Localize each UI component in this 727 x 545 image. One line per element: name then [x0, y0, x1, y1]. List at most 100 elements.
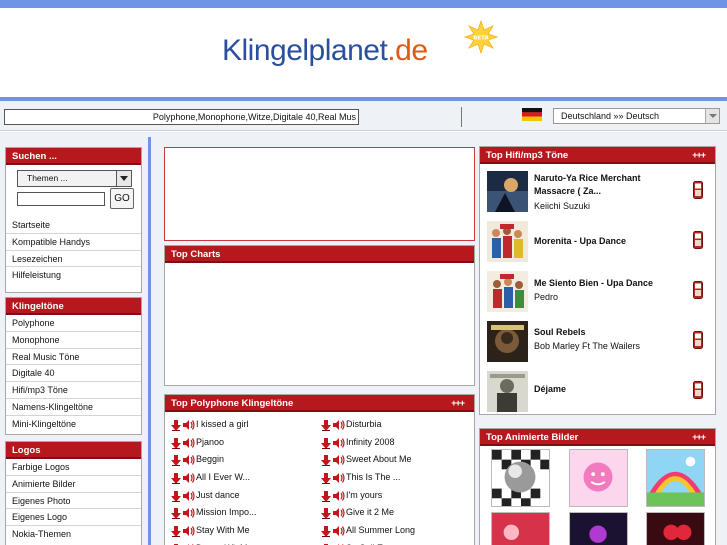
ringtone-row[interactable]: Beggin [165, 451, 315, 469]
animated-image-chrome-sphere[interactable] [491, 449, 550, 507]
search-input[interactable] [17, 192, 105, 206]
ringtone-row[interactable]: Stay With Me [165, 522, 315, 540]
ringtone-title[interactable]: This Is The ... [346, 472, 400, 482]
download-arrow-icon[interactable] [171, 420, 181, 431]
hifi-item[interactable]: Morenita - Upa Dance [480, 217, 715, 266]
speaker-play-icon[interactable] [183, 455, 195, 466]
album-cover-dejame[interactable] [487, 371, 528, 412]
hifi-item-title[interactable]: Déjame [534, 383, 684, 396]
mobile-phone-icon[interactable] [693, 181, 703, 199]
mobile-phone-icon[interactable] [693, 281, 703, 299]
language-select[interactable]: Deutschland »» Deutsch [553, 108, 720, 124]
hifi-item[interactable]: Naruto-Ya Rice Merchant Massacre ( Za...… [480, 167, 715, 216]
ticker-marquee[interactable]: Polyphone,Monophone,Witze,Digitale 40,Re… [4, 109, 359, 125]
download-arrow-icon[interactable] [171, 526, 181, 538]
ringtone-row[interactable]: Mission Impo... [165, 504, 315, 522]
ringtone-row[interactable]: All Summer Long [315, 522, 465, 540]
hifi-item-title[interactable]: Me Siento Bien - Upa Dance [534, 277, 684, 290]
more-link[interactable]: +++ [451, 395, 465, 412]
sidebar-item-mini[interactable]: Mini-Klingeltöne [6, 416, 141, 433]
sidebar-item-eigenes-photo[interactable]: Eigenes Photo [6, 493, 141, 510]
download-arrow-icon[interactable] [321, 420, 331, 431]
speaker-play-icon[interactable] [333, 455, 345, 466]
ringtone-row[interactable]: Dance Wit Me [165, 540, 315, 545]
album-cover-naruto[interactable] [487, 171, 528, 212]
download-arrow-icon[interactable] [321, 490, 331, 502]
download-arrow-icon[interactable] [171, 455, 181, 467]
animated-image-purple-icon[interactable] [569, 512, 628, 545]
sidebar-item-animierte-bilder[interactable]: Animierte Bilder [6, 476, 141, 493]
hifi-item[interactable]: Déjame [480, 367, 715, 416]
ringtone-row[interactable]: I'm yours [315, 487, 465, 505]
speaker-play-icon[interactable] [333, 437, 345, 448]
speaker-play-icon[interactable] [183, 490, 195, 501]
ringtone-title[interactable]: All I Ever W... [196, 472, 250, 482]
ringtone-row[interactable]: I kissed a girl [165, 416, 315, 434]
hifi-item-title[interactable]: Morenita - Upa Dance [534, 235, 684, 248]
speaker-play-icon[interactable] [333, 508, 345, 519]
go-button[interactable]: GO [110, 188, 134, 209]
ringtone-row[interactable]: Sweet About Me [315, 451, 465, 469]
ringtone-row[interactable]: All I Ever W... [165, 469, 315, 487]
sidebar-item-lesezeichen[interactable]: Lesezeichen [6, 251, 141, 268]
speaker-play-icon[interactable] [183, 473, 195, 484]
speaker-play-icon[interactable] [183, 420, 195, 430]
ringtone-row[interactable]: Pjanoo [165, 434, 315, 452]
ringtone-title[interactable]: Mission Impo... [196, 507, 257, 517]
ringtone-row[interactable]: This Is The ... [315, 469, 465, 487]
speaker-play-icon[interactable] [333, 490, 345, 501]
animated-image-red-text[interactable] [491, 512, 550, 545]
sidebar-item-startseite[interactable]: Startseite [6, 217, 141, 234]
download-arrow-icon[interactable] [321, 437, 331, 449]
speaker-play-icon[interactable] [183, 437, 195, 448]
ringtone-title[interactable]: Give it 2 Me [346, 507, 394, 517]
mobile-phone-icon[interactable] [693, 381, 703, 399]
hifi-item[interactable]: Soul Rebels Bob Marley Ft The Wailers [480, 317, 715, 366]
ringtone-row[interactable]: Disturbia [315, 416, 465, 434]
speaker-play-icon[interactable] [183, 508, 195, 519]
speaker-play-icon[interactable] [333, 526, 345, 537]
album-cover-upa-dance-2[interactable] [487, 271, 528, 312]
sidebar-item-namens[interactable]: Namens-Klingeltöne [6, 399, 141, 416]
ringtone-title[interactable]: Disturbia [346, 419, 382, 429]
speaker-play-icon[interactable] [183, 526, 195, 537]
hifi-item-title[interactable]: Soul Rebels [534, 326, 684, 339]
ringtone-title[interactable]: Pjanoo [196, 437, 224, 447]
ringtone-title[interactable]: Infinity 2008 [346, 437, 395, 447]
themen-select[interactable]: Themen ... [17, 170, 132, 187]
mobile-phone-icon[interactable] [693, 231, 703, 249]
download-arrow-icon[interactable] [171, 490, 181, 502]
animated-image-red-hearts[interactable] [646, 512, 705, 545]
animated-image-rainbow[interactable] [646, 449, 705, 507]
download-arrow-icon[interactable] [171, 473, 181, 485]
download-arrow-icon[interactable] [321, 473, 331, 485]
ringtone-row[interactable]: Infinity 2008 [315, 434, 465, 452]
hifi-item-title[interactable]: Naruto-Ya Rice Merchant Massacre ( Za... [534, 172, 684, 198]
ringtone-title[interactable]: All Summer Long [346, 525, 415, 535]
download-arrow-icon[interactable] [171, 508, 181, 520]
sidebar-item-monophone[interactable]: Monophone [6, 332, 141, 349]
download-arrow-icon[interactable] [171, 437, 181, 449]
animated-image-pink-heart[interactable] [569, 449, 628, 507]
ringtone-title[interactable]: Stay With Me [196, 525, 250, 535]
sidebar-item-polyphone[interactable]: Polyphone [6, 315, 141, 332]
album-cover-soul-rebels[interactable] [487, 321, 528, 362]
sidebar-item-nokia-themen[interactable]: Nokia-Themen [6, 526, 141, 543]
download-arrow-icon[interactable] [321, 508, 331, 520]
german-flag-icon[interactable] [522, 108, 542, 121]
site-logo[interactable]: Klingelplanet.de [222, 34, 428, 68]
speaker-play-icon[interactable] [333, 473, 345, 484]
speaker-play-icon[interactable] [333, 420, 345, 430]
ringtone-title[interactable]: Sweet About Me [346, 454, 412, 464]
ringtone-row[interactable]: Give it 2 Me [315, 504, 465, 522]
download-arrow-icon[interactable] [321, 526, 331, 538]
more-link[interactable]: +++ [692, 429, 706, 446]
sidebar-item-eigenes-logo[interactable]: Eigenes Logo [6, 509, 141, 527]
download-arrow-icon[interactable] [321, 455, 331, 467]
hifi-item[interactable]: Me Siento Bien - Upa Dance Pedro [480, 267, 715, 316]
sidebar-item-kompatible-handys[interactable]: Kompatible Handys [6, 234, 141, 251]
sidebar-item-hilfeleistung[interactable]: Hilfeleistung [6, 267, 141, 284]
ringtone-title[interactable]: I kissed a girl [196, 419, 249, 429]
mobile-phone-icon[interactable] [693, 331, 703, 349]
sidebar-item-farbige-logos[interactable]: Farbige Logos [6, 459, 141, 476]
